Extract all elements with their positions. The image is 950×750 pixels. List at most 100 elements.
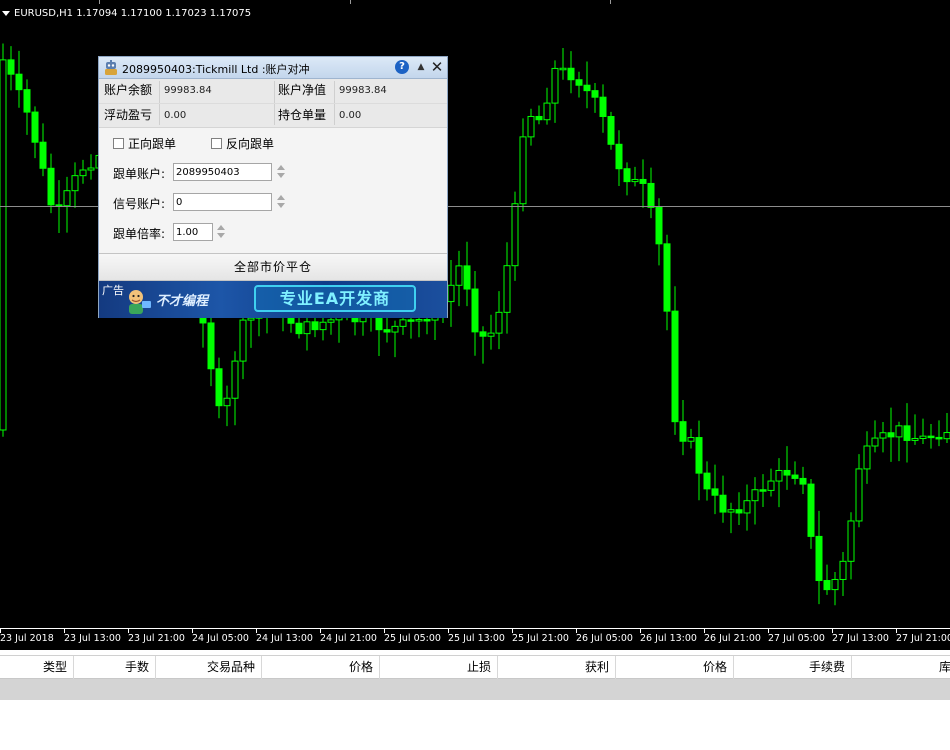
time-label: 24 Jul 13:00 <box>256 633 313 644</box>
candle-body <box>415 318 423 322</box>
time-label: 24 Jul 21:00 <box>320 633 377 644</box>
balance-label: 账户余额 <box>104 83 153 97</box>
time-label: 26 Jul 21:00 <box>704 633 761 644</box>
floating-pl-value: 0.00 <box>164 110 187 121</box>
candle-body <box>575 79 583 86</box>
candle-body <box>743 500 751 514</box>
ad-banner[interactable]: 广告 不才编程 专业EA开发商 <box>99 281 447 318</box>
candle-body <box>599 96 607 118</box>
reverse-follow-box[interactable] <box>211 138 222 149</box>
candle-body <box>935 436 943 440</box>
time-tick <box>896 629 897 633</box>
candle-body <box>703 472 711 490</box>
candle-body <box>527 115 535 138</box>
candle-body <box>911 437 919 441</box>
follow-account-spinner[interactable] <box>277 164 285 180</box>
candle-body <box>719 494 727 513</box>
help-icon[interactable]: ? <box>395 60 409 74</box>
time-tick <box>384 629 385 633</box>
follow-ratio-input[interactable] <box>173 223 213 241</box>
candle-body <box>383 329 391 333</box>
candle-body <box>311 321 319 331</box>
time-axis: 23 Jul 2018 23 Jul 13:00 23 Jul 21:00 24 Ju… <box>0 628 950 650</box>
candle-body <box>591 90 599 98</box>
candle-body <box>831 578 839 591</box>
column-symbol[interactable]: 交易品种 <box>156 656 262 679</box>
column-price[interactable]: 价格 <box>262 656 380 679</box>
candle-body <box>783 469 791 476</box>
candle-body <box>319 321 327 331</box>
candle-body <box>423 318 431 322</box>
candle-body <box>479 331 487 337</box>
candle-body <box>0 59 7 431</box>
time-tick <box>64 629 65 633</box>
symbol-header[interactable]: EURUSD,H1 1.17094 1.17100 1.17023 1.1707… <box>2 8 251 19</box>
candle-body <box>607 116 615 145</box>
candle-body <box>15 73 23 91</box>
follow-account-input[interactable] <box>173 163 272 181</box>
candle-body <box>399 319 407 327</box>
candle-body <box>855 468 863 522</box>
time-tick <box>768 629 769 633</box>
ad-brand: 不才编程 <box>156 294 209 309</box>
candle-body <box>839 560 847 580</box>
candle-body <box>7 59 15 75</box>
candle-body <box>455 265 463 286</box>
terminal-body <box>0 679 950 700</box>
candle-body <box>903 425 911 441</box>
candle-body <box>215 368 223 407</box>
candle-body <box>295 322 303 335</box>
signal-account-input[interactable] <box>173 193 272 211</box>
candle-body <box>471 288 479 333</box>
candle-body <box>495 311 503 334</box>
equity-value: 99983.84 <box>339 85 387 96</box>
candle-body <box>463 265 471 290</box>
candle-body <box>623 168 631 183</box>
candle-body <box>303 321 311 335</box>
column-type[interactable]: 类型 <box>0 656 74 679</box>
close-icon[interactable]: ✕ <box>430 59 444 75</box>
time-label: 27 Jul 05:00 <box>768 633 825 644</box>
column-stop-loss[interactable]: 止损 <box>380 656 498 679</box>
reverse-follow-checkbox[interactable]: 反向跟单 <box>211 135 274 152</box>
candle-body <box>695 437 703 474</box>
time-label: 27 Jul 13:00 <box>832 633 889 644</box>
column-current-price[interactable]: 价格 <box>616 656 734 679</box>
dialog-title-bar[interactable]: 2089950403:Tickmill Ltd :账户对冲 ? ▲ ✕ <box>99 57 447 79</box>
column-swap[interactable]: 库存 <box>852 656 950 679</box>
time-tick <box>192 629 193 633</box>
candle-body <box>239 319 247 362</box>
forward-follow-checkbox[interactable]: 正向跟单 <box>113 135 176 152</box>
follow-ratio-spinner[interactable] <box>217 224 225 240</box>
forward-follow-box[interactable] <box>113 138 124 149</box>
candle-body <box>671 310 679 423</box>
time-label: 26 Jul 13:00 <box>640 633 697 644</box>
column-take-profit[interactable]: 获利 <box>498 656 616 679</box>
time-tick <box>128 629 129 633</box>
candle-body <box>679 421 687 442</box>
account-hedge-dialog: 2089950403:Tickmill Ltd :账户对冲 ? ▲ ✕ 账户余额… <box>98 56 448 318</box>
follow-ratio-label: 跟单倍率: <box>113 227 166 241</box>
candle-body <box>63 190 71 207</box>
time-tick <box>256 629 257 633</box>
candle-body <box>799 477 807 485</box>
candle-body <box>23 89 31 113</box>
dialog-title: 2089950403:Tickmill Ltd :账户对冲 <box>122 63 310 76</box>
minimize-icon[interactable]: ▲ <box>415 60 427 74</box>
candle-body <box>231 360 239 399</box>
column-commission[interactable]: 手续费 <box>734 656 852 679</box>
candle-body <box>631 178 639 183</box>
candle-body <box>519 136 527 205</box>
close-all-positions-button[interactable]: 全部市价平仓 <box>99 253 447 281</box>
candle-body <box>943 432 950 440</box>
candle-body <box>583 84 591 92</box>
candle-body <box>543 102 551 121</box>
column-lots[interactable]: 手数 <box>74 656 156 679</box>
signal-account-spinner[interactable] <box>277 194 285 210</box>
candle-body <box>847 520 855 562</box>
candle-body <box>447 284 455 303</box>
candle-body <box>375 316 383 331</box>
candle-body <box>551 67 559 104</box>
dropdown-caret-icon[interactable] <box>2 10 10 16</box>
time-tick <box>512 629 513 633</box>
